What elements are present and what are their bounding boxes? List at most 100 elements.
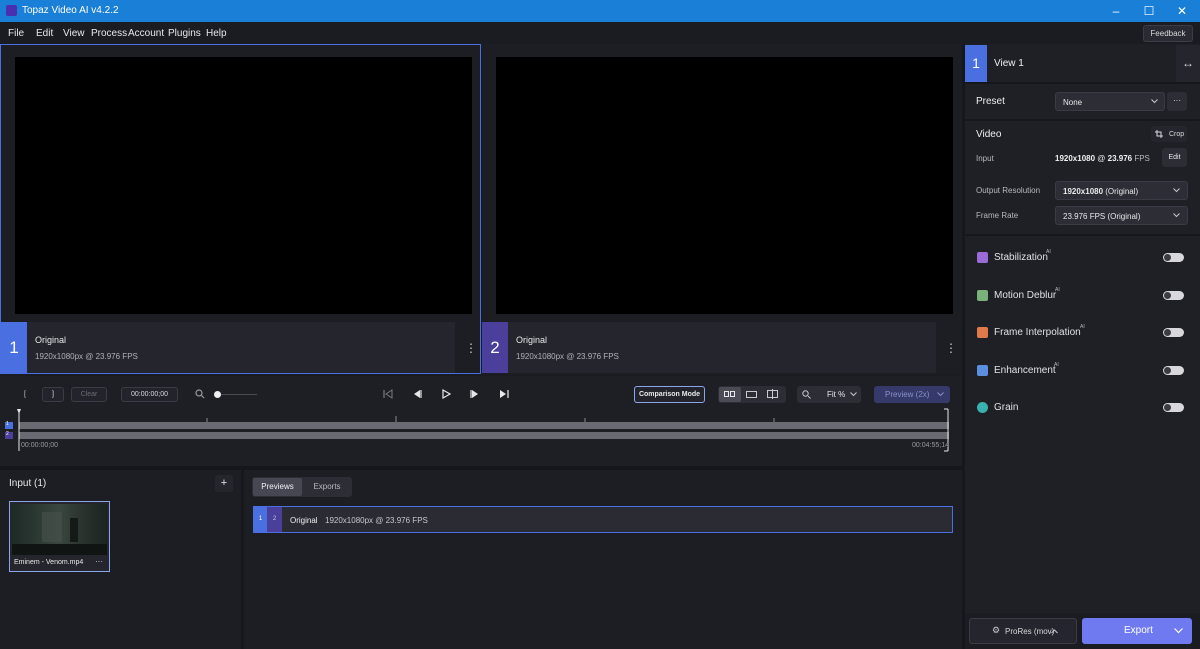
single-view-layout-icon[interactable] (746, 391, 757, 398)
chevron-down-icon (850, 392, 857, 397)
menu-help[interactable]: Help (206, 28, 227, 39)
preview-button-label: Preview (2x) (885, 390, 930, 399)
output-resolution-chevron-down-icon (1173, 188, 1180, 193)
timeline-track-2-label: 2 (6, 431, 9, 437)
input-res: 1920x1080 (1055, 154, 1096, 163)
enhancement-icon (977, 365, 988, 376)
add-input-button[interactable]: + (215, 475, 233, 492)
stabilization-label: Stabilization (994, 252, 1048, 263)
frame-rate-chevron-down-icon (1173, 213, 1180, 218)
tab-exports[interactable]: Exports (303, 478, 351, 496)
zoom-slider-handle[interactable] (214, 391, 221, 398)
go-to-start-icon[interactable] (383, 389, 393, 399)
viewer-1-menu-icon[interactable]: ⋮ (465, 341, 477, 355)
zoom-fit-label: Fit % (827, 390, 846, 399)
sidebar-view-label: View 1 (994, 58, 1024, 69)
frame-rate-select[interactable]: 23.976 FPS (Original) (1055, 206, 1188, 225)
export-button-label: Export (1124, 625, 1153, 636)
crop-icon (1155, 130, 1163, 138)
timeline[interactable] (0, 406, 962, 454)
comparison-mode-button[interactable]: Comparison Mode (634, 386, 705, 403)
title-bar: Topaz Video AI v4.2.2 – ☐ ✕ (0, 0, 1200, 22)
frame-interpolation-label: Frame Interpolation (994, 327, 1081, 338)
menu-account[interactable]: Account (128, 28, 164, 39)
enhancement-label: Enhancement (994, 365, 1056, 376)
menu-edit[interactable]: Edit (36, 28, 53, 39)
output-res-bold: 1920x1080 (1063, 187, 1104, 196)
output-resolution-label: Output Resolution (976, 186, 1041, 195)
viewer-2-screen[interactable] (496, 57, 953, 314)
input-label: Input (976, 154, 994, 163)
go-to-end-icon[interactable] (499, 389, 509, 399)
frame-interpolation-toggle[interactable] (1163, 328, 1184, 337)
expand-sidebar-icon[interactable]: ↔ (1176, 45, 1200, 82)
preset-more-button[interactable]: ··· (1167, 92, 1187, 111)
export-format-gear-icon: ⚙ (992, 625, 1001, 635)
viewer-1-screen[interactable] (15, 57, 472, 314)
zoom-search-icon (195, 389, 205, 399)
viewer-1-number: 1 (1, 322, 27, 373)
menu-plugins[interactable]: Plugins (168, 28, 201, 39)
output-resolution-select[interactable]: 1920x1080 (Original) (1055, 181, 1188, 200)
previous-frame-icon[interactable] (412, 389, 422, 399)
menu-file[interactable]: File (8, 28, 24, 39)
feedback-button[interactable]: Feedback (1143, 25, 1193, 42)
motion-deblur-toggle[interactable] (1163, 291, 1184, 300)
grain-toggle[interactable] (1163, 403, 1184, 412)
zoom-icon (802, 390, 811, 399)
export-format-label: ProRes (mov) (1005, 627, 1055, 636)
minimize-button[interactable]: – (1106, 3, 1126, 19)
close-button[interactable]: ✕ (1172, 3, 1192, 19)
split-view-layout-icon[interactable] (767, 389, 778, 399)
preview-row-info: 1920x1080px @ 23.976 FPS (325, 516, 428, 525)
app-logo-icon (6, 5, 17, 16)
tab-previews[interactable]: Previews (253, 478, 302, 496)
preset-chevron-down-icon (1151, 99, 1158, 104)
maximize-button[interactable]: ☐ (1139, 3, 1159, 19)
frame-rate-label: Frame Rate (976, 211, 1019, 220)
viewer-1-label: Original (35, 335, 67, 345)
preview-dropdown-chevron-icon[interactable] (937, 392, 944, 397)
timecode-input[interactable]: 00:00:00;00 (121, 387, 178, 402)
menu-view[interactable]: View (63, 28, 85, 39)
thumbnail-filename: Eminem - Venom.mp4 (14, 559, 84, 566)
viewer-1-info: 1920x1080px @ 23.976 FPS (35, 352, 138, 361)
viewer-2-info: 1920x1080px @ 23.976 FPS (516, 352, 619, 361)
enhancement-toggle[interactable] (1163, 366, 1184, 375)
timeline-track-1-label: 1 (6, 421, 9, 427)
zoom-slider-track[interactable] (216, 394, 257, 395)
mark-in-button[interactable]: [ (14, 387, 36, 402)
preview-row-label: Original (290, 516, 318, 525)
enhancement-ai-badge: AI (1054, 362, 1059, 368)
video-section-label: Video (976, 129, 1002, 140)
export-chevron-down-icon[interactable] (1174, 628, 1183, 634)
viewer-2-menu-icon[interactable]: ⋮ (945, 341, 957, 355)
thumbnail-image (12, 504, 107, 555)
timeline-start-time: 00:00:00;00 (21, 442, 58, 449)
frame-interpolation-icon (977, 327, 988, 338)
sidebar-separator-1 (965, 82, 1200, 84)
preview-row-view-1: 1 (254, 507, 267, 532)
motion-deblur-icon (977, 290, 988, 301)
menu-process[interactable]: Process (91, 28, 127, 39)
preset-select[interactable]: None (1055, 92, 1165, 111)
input-at: @ (1095, 154, 1108, 163)
input-fps: 23.976 (1107, 154, 1133, 163)
stabilization-toggle[interactable] (1163, 253, 1184, 262)
sidebar-separator-3 (965, 234, 1200, 236)
play-icon[interactable] (441, 389, 451, 399)
edit-input-button[interactable]: Edit (1162, 148, 1187, 167)
viewer-2-label: Original (516, 335, 548, 345)
mark-out-button[interactable]: ] (42, 387, 64, 402)
preset-label: Preset (976, 96, 1005, 107)
motion-deblur-label: Motion Deblur (994, 290, 1057, 301)
next-frame-icon[interactable] (470, 389, 480, 399)
input-thumbnail[interactable]: Eminem - Venom.mp4 ··· (9, 501, 110, 572)
frame-interpolation-ai-badge: AI (1080, 324, 1085, 330)
grain-label: Grain (994, 402, 1019, 413)
clear-button[interactable]: Clear (71, 387, 107, 402)
window-title: Topaz Video AI v4.2.2 (22, 5, 119, 16)
thumbnail-menu-icon[interactable]: ··· (95, 557, 103, 566)
sidebar-view-number: 1 (965, 45, 987, 82)
side-by-side-layout-icon[interactable] (719, 387, 741, 402)
